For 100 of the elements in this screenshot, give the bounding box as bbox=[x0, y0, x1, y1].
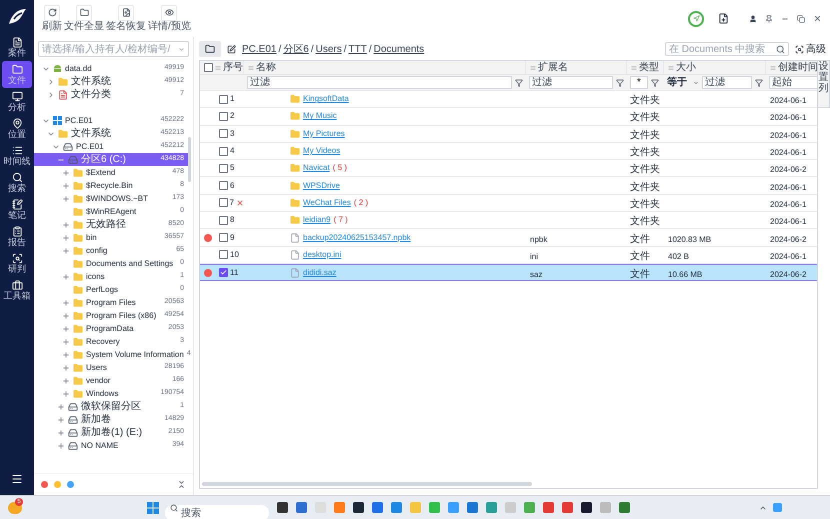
checkbox[interactable] bbox=[219, 94, 228, 104]
filter-field[interactable]: 过滤 bbox=[247, 76, 512, 89]
nav-item[interactable]: 报告 bbox=[2, 223, 32, 250]
toolbar-button[interactable]: 详情/预览 bbox=[148, 4, 191, 32]
checkbox[interactable] bbox=[219, 164, 228, 173]
plus-icon[interactable] bbox=[62, 220, 70, 228]
restore-icon[interactable] bbox=[797, 14, 805, 22]
plus-icon[interactable] bbox=[62, 168, 70, 176]
checkbox[interactable] bbox=[219, 233, 228, 242]
filter-field[interactable]: 过滤 bbox=[702, 76, 752, 89]
breadcrumb-link[interactable]: 分区6 bbox=[283, 42, 309, 56]
checkbox[interactable] bbox=[204, 63, 213, 72]
nav-item[interactable]: 时间线 bbox=[2, 142, 32, 169]
nav-item[interactable]: 分析 bbox=[2, 88, 32, 115]
operator-select[interactable]: 等于 bbox=[667, 75, 699, 90]
advanced-button[interactable]: 高级 bbox=[795, 42, 826, 56]
filter-icon[interactable] bbox=[616, 78, 624, 86]
file-link[interactable]: KingsoftData bbox=[303, 93, 349, 106]
folder-button[interactable] bbox=[199, 41, 221, 57]
checkbox[interactable] bbox=[219, 268, 228, 278]
column-header[interactable]: 扩展名 bbox=[538, 62, 568, 74]
plus-icon[interactable] bbox=[62, 338, 70, 346]
chevron-right-icon[interactable] bbox=[47, 90, 55, 98]
plus-icon[interactable] bbox=[62, 364, 70, 372]
taskbar-search-field[interactable]: 搜索 bbox=[165, 505, 269, 519]
chevron-right-icon[interactable] bbox=[47, 78, 55, 86]
plus-icon[interactable] bbox=[62, 272, 70, 280]
scrollbar[interactable] bbox=[188, 137, 191, 182]
start-icon[interactable] bbox=[147, 502, 159, 514]
table-row[interactable]: 10 desktop.ini ini 文件 402 B 2024-06-1 bbox=[200, 246, 817, 264]
file-link[interactable]: My Music bbox=[303, 110, 337, 122]
table-row[interactable]: 11 dididi.saz saz 文件 10.66 MB 2024-06-2 bbox=[200, 264, 817, 282]
file-link[interactable]: desktop.ini bbox=[303, 248, 342, 261]
checkbox[interactable] bbox=[219, 181, 228, 190]
nav-item[interactable]: 案件 bbox=[2, 34, 32, 61]
menu-icon[interactable] bbox=[11, 473, 23, 485]
file-link[interactable]: My Pictures bbox=[303, 128, 345, 140]
toolbar-button[interactable]: 文件全显 bbox=[64, 4, 104, 32]
column-header[interactable]: 名称 bbox=[256, 62, 276, 74]
search-field[interactable]: 在 Documents 中搜索 bbox=[665, 42, 789, 56]
plus-icon[interactable] bbox=[62, 194, 70, 202]
filter-icon[interactable] bbox=[651, 78, 659, 86]
filter-field[interactable]: 过滤 bbox=[529, 76, 613, 89]
plus-icon[interactable] bbox=[62, 390, 70, 398]
tray-icon[interactable] bbox=[773, 503, 782, 512]
plus-icon[interactable] bbox=[62, 324, 70, 332]
table-row[interactable]: 3 My Pictures 文件夹 2024-06-1 bbox=[200, 126, 817, 143]
collapse-icon[interactable] bbox=[177, 480, 186, 489]
file-link[interactable]: My Videos bbox=[303, 145, 340, 158]
file-link[interactable]: Navicat bbox=[303, 162, 330, 174]
breadcrumb-link[interactable]: PC.E01 bbox=[242, 42, 276, 56]
plus-icon[interactable] bbox=[62, 376, 70, 384]
plus-icon[interactable] bbox=[62, 246, 70, 254]
nav-item[interactable]: 位置 bbox=[2, 115, 32, 142]
filter-field[interactable]: * bbox=[630, 76, 648, 89]
toolbar-button[interactable]: 刷新 bbox=[42, 4, 62, 32]
app-icon[interactable] bbox=[277, 502, 288, 513]
holder-select[interactable]: 请选择/输入持有人/检材编号/ bbox=[38, 41, 189, 57]
nav-item[interactable]: 研判 bbox=[2, 250, 32, 277]
file-plus-icon[interactable] bbox=[718, 13, 729, 24]
nav-item[interactable]: 笔记 bbox=[2, 196, 32, 223]
checkbox[interactable] bbox=[219, 129, 228, 138]
file-link[interactable]: WeChat Files bbox=[303, 196, 351, 209]
plus-icon[interactable] bbox=[62, 182, 70, 190]
plus-icon[interactable] bbox=[57, 416, 65, 424]
filter-field[interactable]: 起始 bbox=[769, 76, 817, 89]
plus-icon[interactable] bbox=[62, 298, 70, 306]
file-link[interactable]: leidian9 bbox=[303, 214, 331, 226]
filter-icon[interactable] bbox=[515, 78, 523, 86]
column-header[interactable]: 类型 bbox=[639, 62, 659, 74]
file-link[interactable]: backup20240625153457.npbk bbox=[303, 232, 411, 244]
user-icon[interactable] bbox=[749, 14, 757, 22]
checkbox[interactable] bbox=[218, 198, 228, 208]
column-header[interactable]: 大小 bbox=[676, 62, 696, 74]
file-link[interactable]: WPSDrive bbox=[303, 180, 340, 192]
column-header[interactable]: 序号 bbox=[223, 62, 243, 74]
plus-icon[interactable] bbox=[57, 402, 65, 410]
checkbox[interactable] bbox=[219, 146, 228, 156]
checkbox[interactable] bbox=[219, 250, 228, 260]
nav-item[interactable]: 工具箱 bbox=[2, 277, 32, 304]
filter-icon[interactable] bbox=[755, 78, 763, 86]
scrollbar[interactable] bbox=[202, 482, 532, 486]
plus-icon[interactable] bbox=[62, 350, 70, 358]
checkbox[interactable] bbox=[219, 112, 228, 121]
nav-item[interactable]: 搜索 bbox=[2, 169, 32, 196]
breadcrumb-link[interactable]: Documents bbox=[374, 42, 424, 56]
send-icon[interactable] bbox=[688, 10, 704, 26]
plus-icon[interactable] bbox=[62, 312, 70, 320]
breadcrumb-link[interactable]: Users bbox=[316, 42, 342, 56]
column-header[interactable]: 创建时间 bbox=[778, 62, 817, 74]
breadcrumb-link[interactable]: TTT bbox=[348, 42, 367, 56]
plus-icon[interactable] bbox=[62, 234, 70, 242]
pin-icon[interactable] bbox=[765, 14, 773, 22]
app-icon[interactable] bbox=[353, 502, 364, 513]
app-icon[interactable] bbox=[581, 502, 592, 513]
plus-icon[interactable] bbox=[57, 428, 65, 436]
settings-tab[interactable]: 设置列 bbox=[818, 60, 830, 108]
edit-icon[interactable] bbox=[227, 44, 236, 54]
plus-icon[interactable] bbox=[57, 442, 65, 450]
toolbar-button[interactable]: 签名恢复 bbox=[106, 4, 146, 32]
